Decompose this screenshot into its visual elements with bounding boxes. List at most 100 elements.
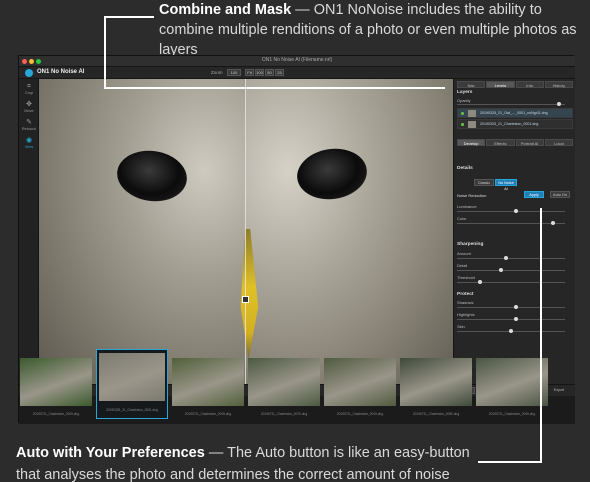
view-icon: ◉ — [25, 137, 33, 144]
thumbnail-caption: 20190711_Charleston_0015.dng — [184, 412, 232, 416]
nav-tabs: Nav Levels Info History — [457, 81, 573, 88]
image-canvas[interactable] — [39, 79, 453, 384]
callout-bottom-title: Auto with Your Preferences — [16, 445, 205, 461]
tab-history[interactable]: History — [544, 81, 573, 88]
thumbnail-caption: 20190711_Charleston_0070.dng — [260, 412, 308, 416]
filmstrip-thumbnail[interactable]: 20190711_Charleston_0040.dng — [476, 358, 548, 416]
thumbnail-image — [476, 358, 548, 406]
noise-reduction-label: Noise Reduction — [457, 193, 487, 198]
filmstrip-thumbnail[interactable]: 20190711_Charleston_0070.dng — [248, 358, 320, 416]
right-panel: Nav Levels Info History Layers Opacity 2… — [453, 79, 575, 384]
crop-icon: ⌗ — [27, 83, 31, 90]
tool-crop[interactable]: ⌗ Crop — [21, 83, 37, 95]
slider-knob[interactable] — [514, 209, 519, 213]
tab-effects[interactable]: Effects — [486, 139, 515, 146]
move-icon: ✥ — [26, 101, 32, 108]
filmstrip-thumbnail[interactable]: 20190711_Charleston_0020.dng — [20, 358, 92, 416]
amount-slider[interactable] — [457, 256, 565, 260]
layers-heading: Layers — [457, 90, 473, 95]
amount-label: Amount — [457, 251, 471, 256]
slider-knob[interactable] — [477, 280, 482, 284]
layer-row[interactable]: 20190325_21_Owl_..._0001_noNgr11.dng — [457, 108, 573, 118]
zoom-fit-button[interactable]: Fit — [245, 69, 254, 76]
slider-knob[interactable] — [503, 256, 508, 260]
detail-slider[interactable] — [457, 268, 565, 272]
sharpening-heading: Sharpening — [457, 242, 484, 247]
retouch-icon: ✎ — [26, 119, 32, 126]
thumbnail-caption: 20190711_Charleston_0010.dng — [336, 412, 384, 416]
callout-bottom-leader-v — [540, 208, 542, 462]
zoom-value-field[interactable]: 100 — [227, 69, 241, 76]
slider-knob[interactable] — [557, 102, 561, 106]
title-bar: ON1 No Noise AI (Filename.nrl) — [19, 56, 575, 67]
thumbnail-image — [248, 358, 320, 406]
layer-visibility-icon[interactable] — [461, 112, 464, 115]
opacity-label: Opacity — [457, 98, 471, 103]
luminance-label: Luminance — [457, 204, 477, 209]
filmstrip: 20190711_Charleston_0020.dng 20190325_21_… — [18, 348, 574, 426]
callout-top-leader-h1 — [104, 16, 154, 18]
before-after-split-line[interactable] — [245, 79, 246, 384]
classic-mode-button[interactable]: Classic — [474, 179, 494, 186]
slider-knob[interactable] — [550, 221, 555, 225]
shadows-label: Shadows — [457, 300, 474, 305]
protect-heading: Protect — [457, 292, 474, 297]
highlights-label: Highlights — [457, 312, 475, 317]
threshold-slider[interactable] — [457, 280, 565, 284]
marketing-screenshot: Combine and Mask — ON1 NoNoise includes … — [0, 0, 590, 482]
zoom-50-button[interactable]: 50 — [265, 69, 274, 76]
thumbnail-image — [99, 353, 165, 401]
slider-knob[interactable] — [509, 329, 513, 333]
tool-view[interactable]: ◉ View — [21, 137, 37, 149]
detail-label: Detail — [457, 263, 468, 268]
tab-nav[interactable]: Nav — [457, 81, 486, 88]
tool-label: Crop — [24, 91, 34, 95]
zoom-25-button[interactable]: 25 — [275, 69, 284, 76]
slider-knob[interactable] — [514, 317, 519, 321]
layer-thumbnail — [468, 110, 476, 117]
slider-knob[interactable] — [498, 268, 503, 272]
luminance-slider[interactable] — [457, 209, 565, 213]
tool-well: ⌗ Crop ✥ Move ✎ Retouch ◉ View — [19, 79, 39, 384]
split-handle[interactable] — [242, 296, 249, 303]
module-tabs: Develop Effects Portrait AI Local — [457, 139, 573, 146]
color-slider[interactable] — [457, 221, 565, 225]
tool-label: View — [24, 145, 34, 149]
tab-local[interactable]: Local — [544, 139, 573, 146]
thumbnail-caption: 20190711_Charleston_0040.dng — [488, 412, 536, 416]
tool-retouch[interactable]: ✎ Retouch — [21, 119, 37, 131]
thumbnail-image — [324, 358, 396, 406]
skin-slider[interactable] — [457, 329, 565, 333]
skin-label: Skin — [457, 324, 465, 329]
thumbnail-image — [172, 358, 244, 406]
color-label: Color — [457, 216, 467, 221]
highlights-slider[interactable] — [457, 317, 565, 321]
layer-visibility-icon[interactable] — [461, 123, 464, 126]
app-name: ON1 No Noise AI — [37, 69, 85, 75]
apply-button[interactable]: Apply — [524, 191, 544, 198]
tab-portrait-ai[interactable]: Portrait AI — [515, 139, 544, 146]
zoom-label: Zoom — [211, 70, 223, 75]
thumbnail-image — [20, 358, 92, 406]
layer-row[interactable]: 20190325_21_Charleston_0001.dng — [457, 119, 573, 129]
window-title: ON1 No Noise AI (Filename.nrl) — [261, 57, 333, 63]
filmstrip-thumbnail[interactable]: 20190711_Charleston_0010.dng — [324, 358, 396, 416]
opacity-slider[interactable] — [457, 102, 565, 106]
auto-on-button[interactable]: Auto On — [550, 191, 570, 198]
tab-info[interactable]: Info — [515, 81, 544, 88]
filmstrip-thumbnail[interactable]: 20190711_Charleston_0050.dng — [400, 358, 472, 416]
zoom-100-button[interactable]: 100 — [255, 69, 264, 76]
callout-auto-preferences: Auto with Your Preferences — The Auto bu… — [16, 442, 476, 482]
top-toolbar: ON1 No Noise AI Zoom 100 Fit 100 50 25 — [19, 67, 575, 79]
layer-name: 20190325_21_Charleston_0001.dng — [480, 122, 539, 126]
filmstrip-thumbnail[interactable]: 20190325_21_Charleston_0001.dng — [96, 349, 168, 419]
tab-develop[interactable]: Develop — [457, 139, 486, 146]
slider-knob[interactable] — [514, 305, 519, 309]
layer-thumbnail — [468, 121, 476, 128]
tool-move[interactable]: ✥ Move — [21, 101, 37, 113]
shadows-slider[interactable] — [457, 305, 565, 309]
callout-top-title: Combine and Mask — [159, 2, 292, 18]
filmstrip-thumbnail[interactable]: 20190711_Charleston_0015.dng — [172, 358, 244, 416]
tab-levels[interactable]: Levels — [486, 81, 515, 88]
no-noise-ai-mode-button[interactable]: No Noise AI — [495, 179, 517, 191]
